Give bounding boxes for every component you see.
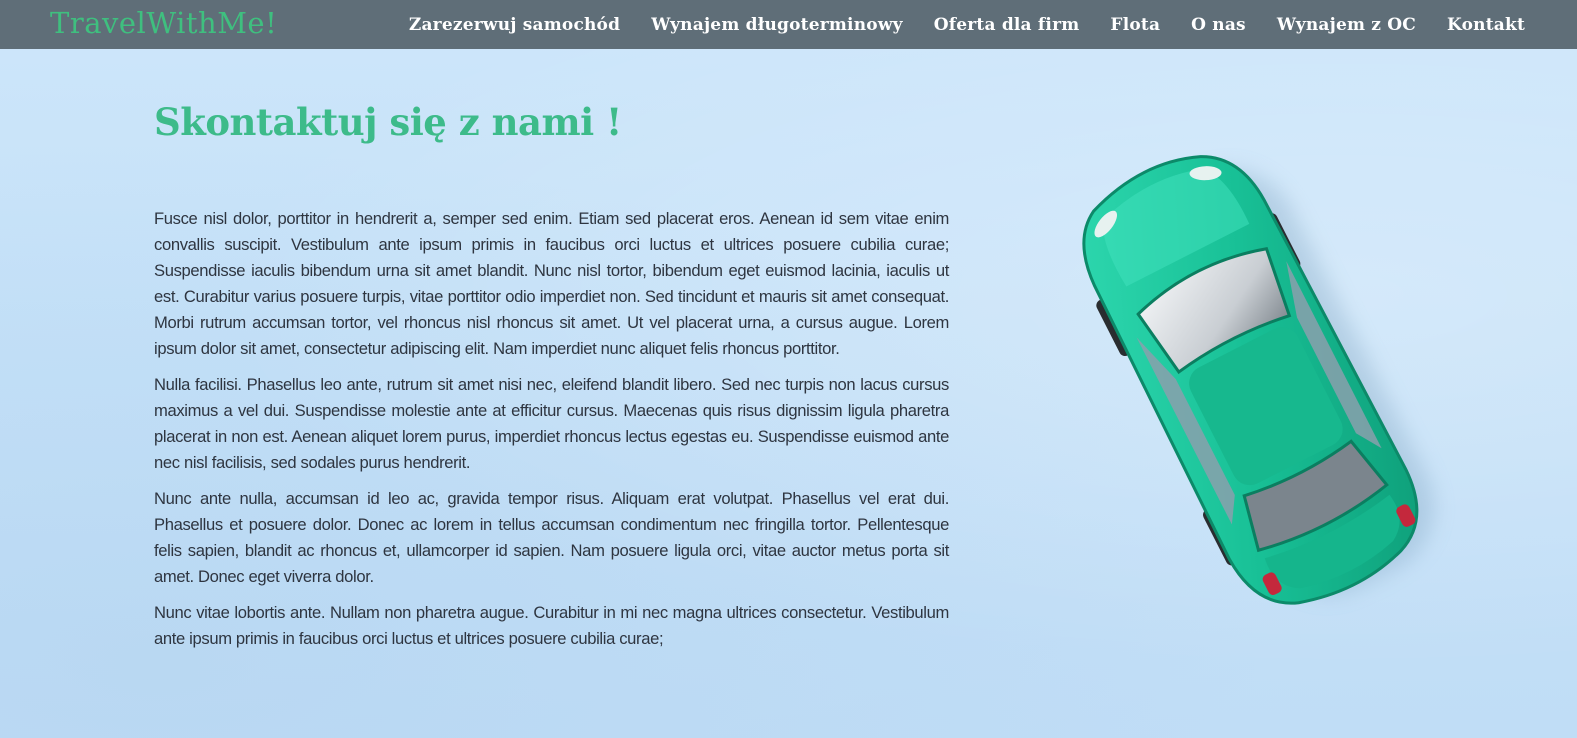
nav-link-long-term-rental[interactable]: Wynajem długoterminowy xyxy=(651,15,903,35)
body-paragraph-2: Nulla facilisi. Phasellus leo ante, rutr… xyxy=(154,375,949,472)
contact-content: Skontaktuj się z nami ! Fusce nisl dolor… xyxy=(154,92,949,662)
nav-link-about[interactable]: O nas xyxy=(1191,15,1246,35)
nav-link-fleet[interactable]: Flota xyxy=(1110,15,1160,35)
nav-link-business-offer[interactable]: Oferta dla firm xyxy=(934,15,1080,35)
body-paragraph-4: Nunc vitae lobortis ante. Nullam non pha… xyxy=(154,603,949,648)
nav-link-contact[interactable]: Kontakt xyxy=(1447,15,1525,35)
body-paragraph-3: Nunc ante nulla, accumsan id leo ac, gra… xyxy=(154,489,949,586)
page-title: Skontaktuj się z nami ! xyxy=(154,100,622,144)
toy-car-image xyxy=(1082,155,1435,605)
main-nav: Zarezerwuj samochód Wynajem długotermino… xyxy=(378,0,1525,49)
nav-link-reserve-car[interactable]: Zarezerwuj samochód xyxy=(409,15,620,35)
nav-link-rental-oc[interactable]: Wynajem z OC xyxy=(1277,15,1416,35)
top-navbar: TravelWithMe! Zarezerwuj samochód Wynaje… xyxy=(0,0,1577,49)
body-paragraph-1: Fusce nisl dolor, porttitor in hendrerit… xyxy=(154,209,949,358)
brand-logo-link[interactable]: TravelWithMe! xyxy=(50,6,277,40)
